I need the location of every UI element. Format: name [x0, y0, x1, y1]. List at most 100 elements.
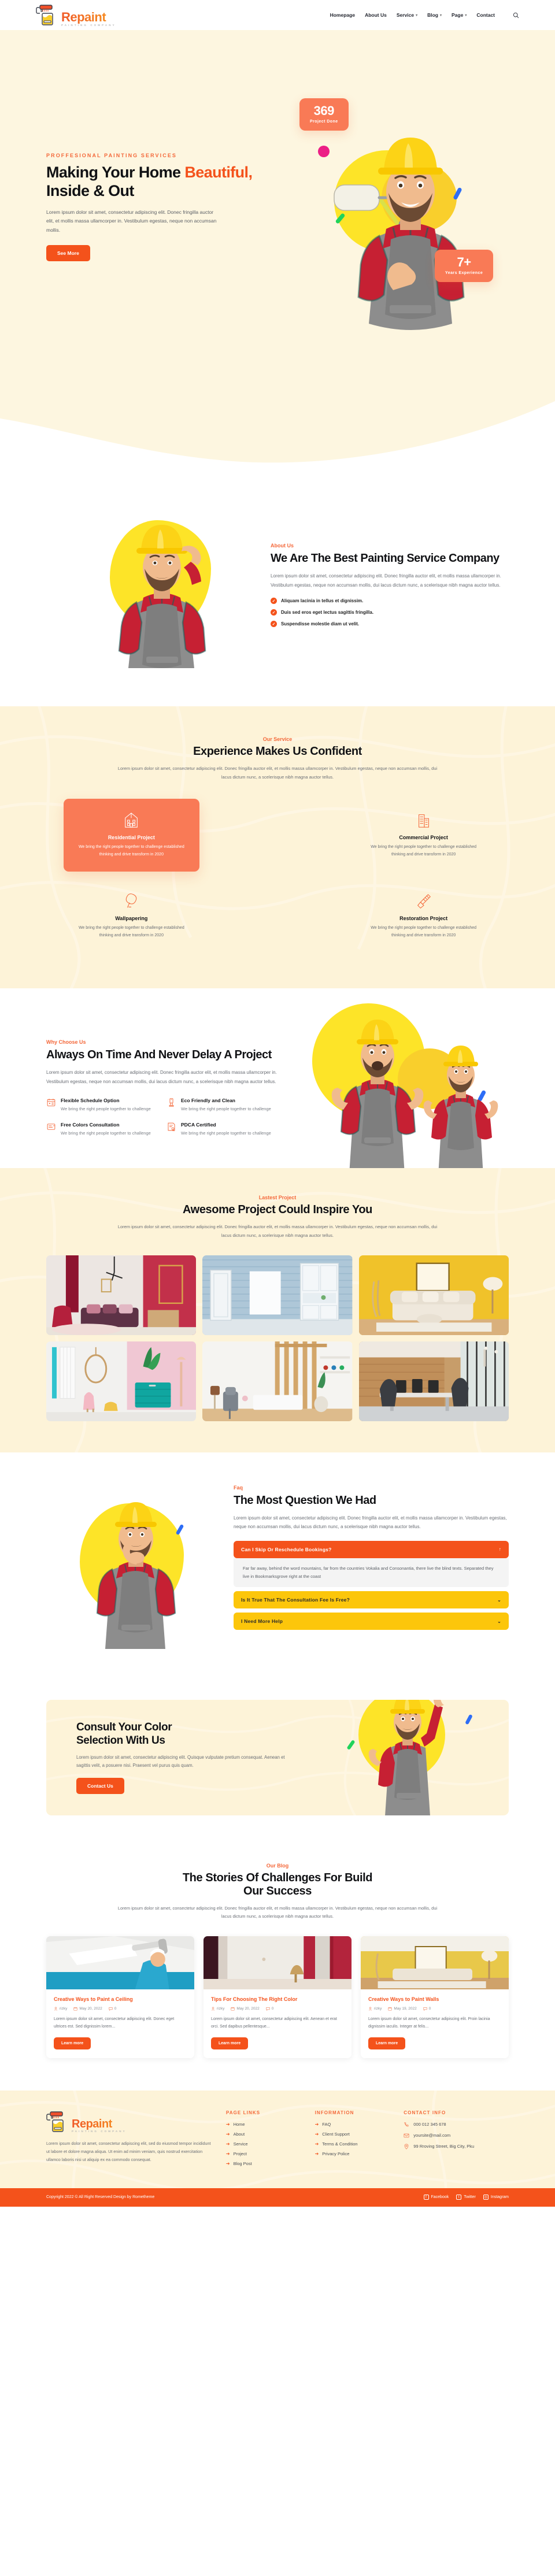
blog-date-text: May 19, 2022	[394, 2006, 417, 2011]
arrow-right-icon: ➔	[225, 2141, 230, 2147]
project-thumb-modern-office[interactable]	[358, 1341, 509, 1421]
instagram-icon: ◎	[483, 2195, 489, 2200]
faq-answer: Far far away, behind the word mountains,…	[234, 1558, 509, 1588]
nav-item-blog[interactable]: Blog ▾	[427, 12, 442, 18]
blog-post-title[interactable]: Creative Ways to Paint a Ceiling	[54, 1996, 187, 2002]
service-card-commercial[interactable]: Commercial Project We bring the right pe…	[356, 799, 491, 872]
footer-logo[interactable]: Repaint PAINTING COMPANY	[46, 2110, 211, 2133]
social-link-facebook[interactable]: f Facebook	[423, 2195, 449, 2200]
footer-link-faq[interactable]: ➔ FAQ	[315, 2122, 389, 2127]
list-item: ✓ Duis sed eros eget lectus sagittis frin…	[271, 609, 502, 616]
main-nav: Homepage About Us Service ▾ Blog ▾ Page ▾ C…	[330, 12, 519, 18]
paintbrush-icon	[365, 891, 482, 911]
footer-link-label: Project	[233, 2151, 247, 2156]
hero-title-part-a: Making Your Home	[46, 164, 185, 181]
social-link-twitter[interactable]: t Twitter	[456, 2195, 476, 2200]
feature-text: We bring the right people together to ch…	[61, 1131, 151, 1136]
service-card-residential[interactable]: Residential Project We bring the right p…	[64, 799, 199, 872]
arrow-right-icon: ➔	[225, 2160, 230, 2166]
social-link-instagram[interactable]: ◎ Instagram	[483, 2195, 509, 2200]
blog-excerpt: Lorem ipsum dolor sit amet, consectetur …	[368, 2017, 490, 2029]
contact-phone-text: 000 012 345 678	[413, 2122, 446, 2127]
cta-title-line1: Consult Your Color	[76, 1721, 172, 1734]
trowel-icon	[73, 891, 190, 911]
contact-email[interactable]: yoursite@mail.com	[404, 2133, 509, 2138]
project-thumb-blue-panel-cabinet[interactable]	[202, 1255, 353, 1335]
cta-title-line2: Selection With Us	[76, 1734, 165, 1747]
footer-logo-wordmark: Repaint	[72, 2118, 127, 2130]
feature-text: We bring the right people together to ch…	[181, 1131, 271, 1136]
blog-card[interactable]: Tips For Choosing The Right Color rizky …	[204, 1936, 352, 2058]
faq-item-2[interactable]: Is It True That The Consultation Fee Is …	[234, 1591, 509, 1609]
faq-description: Lorem ipsum dolor sit amet, consectetur …	[234, 1515, 507, 1530]
faq-accordion: Can I Skip Or Reschedule Bookings? ↑ Far…	[234, 1540, 509, 1630]
check-label: Suspendisse molestie diam ut velit.	[281, 621, 360, 627]
check-circle-icon: ✓	[271, 598, 277, 605]
blog-date: May 19, 2022	[388, 2006, 417, 2011]
blog-card[interactable]: Creative Ways to Paint Walls rizky May 1…	[361, 1936, 509, 2058]
footer-contact-heading: CONTACT INFO	[404, 2110, 446, 2115]
nav-item-contact[interactable]: Contact	[476, 12, 495, 18]
painter-photo-pointing-up	[364, 1699, 451, 1815]
hero-description: Lorem ipsum dolor sit amet, consectetur …	[46, 209, 217, 233]
service-card-restoration[interactable]: Restoration Project We bring the right p…	[356, 880, 491, 952]
why-title: Always On Time And Never Delay A Project	[46, 1048, 272, 1061]
project-thumb-white-wood-divider[interactable]	[202, 1341, 353, 1421]
faq-copy: Faq The Most Question We Had Lorem ipsum…	[234, 1480, 509, 1630]
footer-link-privacy[interactable]: ➔ Privacy Police	[315, 2151, 389, 2156]
service-card-wallpapering[interactable]: Wallpapering We bring the right people t…	[64, 880, 199, 952]
footer-link-home[interactable]: ➔ Home	[226, 2122, 300, 2127]
feature-title: PDCA Certified	[181, 1122, 216, 1128]
learn-more-button[interactable]: Learn more	[368, 2037, 406, 2049]
nav-item-service[interactable]: Service ▾	[397, 12, 417, 18]
nav-item-page[interactable]: Page ▾	[452, 12, 467, 18]
blog-post-title[interactable]: Creative Ways to Paint Walls	[368, 1996, 501, 2002]
faq-title: The Most Question We Had	[234, 1493, 376, 1507]
footer-link-project[interactable]: ➔ Project	[226, 2151, 300, 2156]
project-thumb-yellow-wall-sofa[interactable]	[358, 1255, 509, 1335]
project-thumb-pink-teal-hallway[interactable]	[46, 1341, 197, 1421]
footer-link-service[interactable]: ➔ Service	[226, 2141, 300, 2147]
logo[interactable]: Repaint PAINTING COMPANY	[36, 3, 116, 27]
blog-card[interactable]: Creative Ways to Paint a Ceiling rizky M…	[46, 1936, 194, 2058]
faq-question-text: I Need More Help	[241, 1618, 283, 1625]
stat-card-projects: 369 Project Done	[299, 98, 349, 131]
search-icon[interactable]	[513, 12, 519, 18]
footer-link-client-support[interactable]: ➔ Client Support	[315, 2132, 389, 2137]
contact-us-button[interactable]: Contact Us	[76, 1778, 124, 1795]
blog-post-title[interactable]: Tips For Choosing The Right Color	[211, 1996, 344, 2002]
projects-title: Awesome Project Could Inspire You	[183, 1203, 372, 1217]
faq-illustration	[46, 1480, 220, 1654]
footer-link-terms[interactable]: ➔ Terms & Condition	[315, 2141, 389, 2147]
nav-item-homepage[interactable]: Homepage	[330, 12, 355, 18]
contact-phone[interactable]: 000 012 345 678	[404, 2122, 509, 2127]
site-footer: Repaint PAINTING COMPANY Lorem ipsum dol…	[0, 2090, 555, 2188]
stat-label: Years Experience	[445, 271, 483, 275]
footer-link-blog-post[interactable]: ➔ Blog Post	[226, 2161, 300, 2166]
certificate-icon	[166, 1122, 176, 1132]
faq-item-3[interactable]: I Need More Help ⌄	[234, 1613, 509, 1630]
feature-title: Flexible Schedule Option	[61, 1098, 120, 1104]
service-text: We bring the right people together to ch…	[78, 845, 184, 857]
blog-meta: rizky May 20, 2022 0	[54, 2007, 187, 2011]
faq-question-toggle[interactable]: Can I Skip Or Reschedule Bookings? ↑	[234, 1540, 509, 1558]
mail-icon	[404, 2133, 409, 2138]
learn-more-button[interactable]: Learn more	[54, 2037, 91, 2049]
learn-more-button[interactable]: Learn more	[211, 2037, 249, 2049]
arrow-right-icon: ➔	[314, 2131, 319, 2137]
hero-title: Making Your Home Beautiful, Inside & Out	[46, 164, 254, 201]
logo-wordmark: Repaint	[61, 10, 116, 24]
blog-excerpt: Lorem ipsum dolor sit amet, consectetur …	[211, 2017, 337, 2029]
cta-title: Consult Your Color Selection With Us	[76, 1721, 295, 1747]
comment-icon	[109, 2007, 113, 2011]
see-more-button[interactable]: See More	[46, 244, 90, 261]
check-circle-icon: ✓	[271, 621, 277, 628]
house-icon	[73, 810, 190, 830]
project-thumb-red-living-room[interactable]	[46, 1255, 197, 1335]
contact-address[interactable]: 99 Rroving Street, Big City, Pku	[404, 2144, 509, 2149]
hero-title-part-b: Inside & Out	[46, 181, 134, 199]
hero-title-accent: Beautiful,	[184, 164, 253, 181]
service-title: Commercial Project	[399, 835, 448, 841]
nav-item-about-us[interactable]: About Us	[365, 12, 387, 18]
footer-link-about[interactable]: ➔ About	[226, 2132, 300, 2137]
